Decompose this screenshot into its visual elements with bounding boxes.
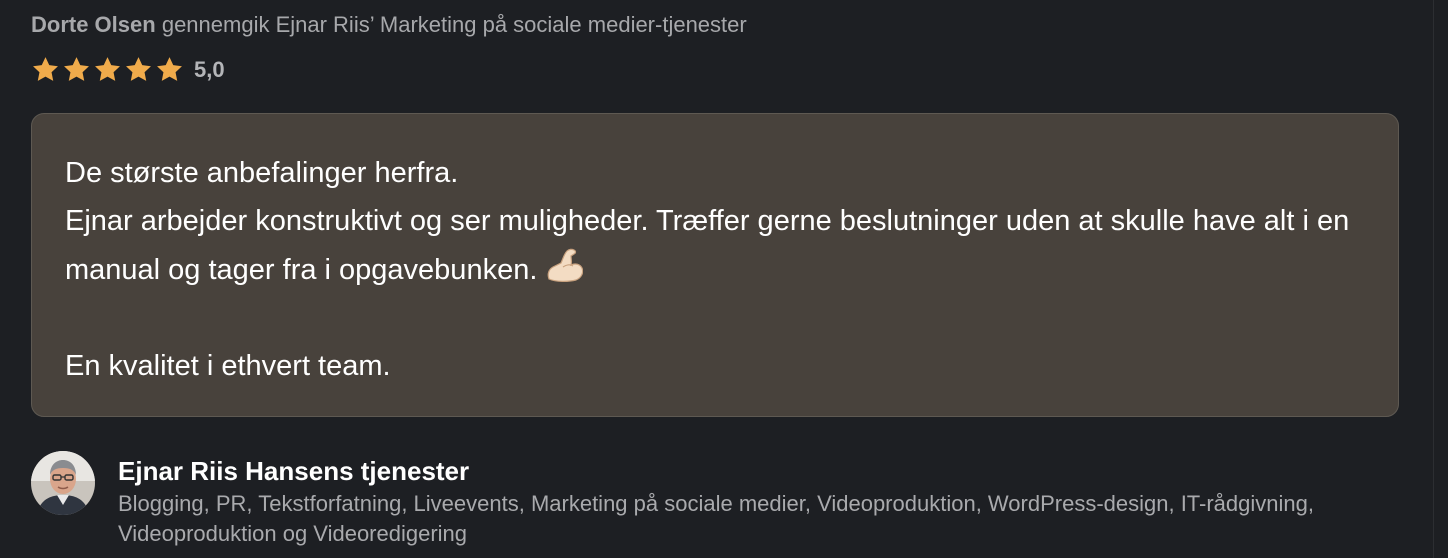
review-card: Dorte Olsen gennemgik Ejnar Riis’ Market…	[0, 0, 1448, 558]
reviewer-name[interactable]: Dorte Olsen	[31, 12, 156, 37]
rating: 5,0	[31, 55, 225, 84]
scrollbar[interactable]	[1433, 0, 1448, 558]
review-line: De største anbefalinger herfra.	[65, 157, 459, 189]
star-icon	[64, 57, 89, 81]
review-text: Ejnar arbejder konstruktivt og ser mulig…	[65, 205, 1350, 286]
star-rating	[31, 55, 184, 84]
star-icon	[126, 57, 151, 81]
rating-value: 5,0	[194, 56, 225, 82]
services-title[interactable]: Ejnar Riis Hansens tjenester	[118, 455, 1398, 487]
star-icon	[157, 57, 182, 81]
avatar-image	[31, 451, 95, 515]
star-icon	[33, 57, 58, 81]
avatar[interactable]	[31, 451, 95, 515]
review-line: En kvalitet i ethvert team.	[65, 350, 391, 382]
review-action-text: gennemgik Ejnar Riis’ Marketing på socia…	[161, 12, 747, 37]
services-info: Ejnar Riis Hansens tjenester Blogging, P…	[118, 451, 1398, 549]
star-icon	[95, 57, 120, 81]
review-body: De største anbefalinger herfra. Ejnar ar…	[31, 113, 1399, 417]
review-header: Dorte Olsen gennemgik Ejnar Riis’ Market…	[31, 12, 747, 38]
services-list: Blogging, PR, Tekstforfatning, Liveevent…	[118, 491, 1314, 546]
review-line: Ejnar arbejder konstruktivt og ser mulig…	[65, 197, 1365, 294]
flexed-biceps-icon	[548, 248, 584, 282]
services-section: Ejnar Riis Hansens tjenester Blogging, P…	[31, 451, 1398, 549]
